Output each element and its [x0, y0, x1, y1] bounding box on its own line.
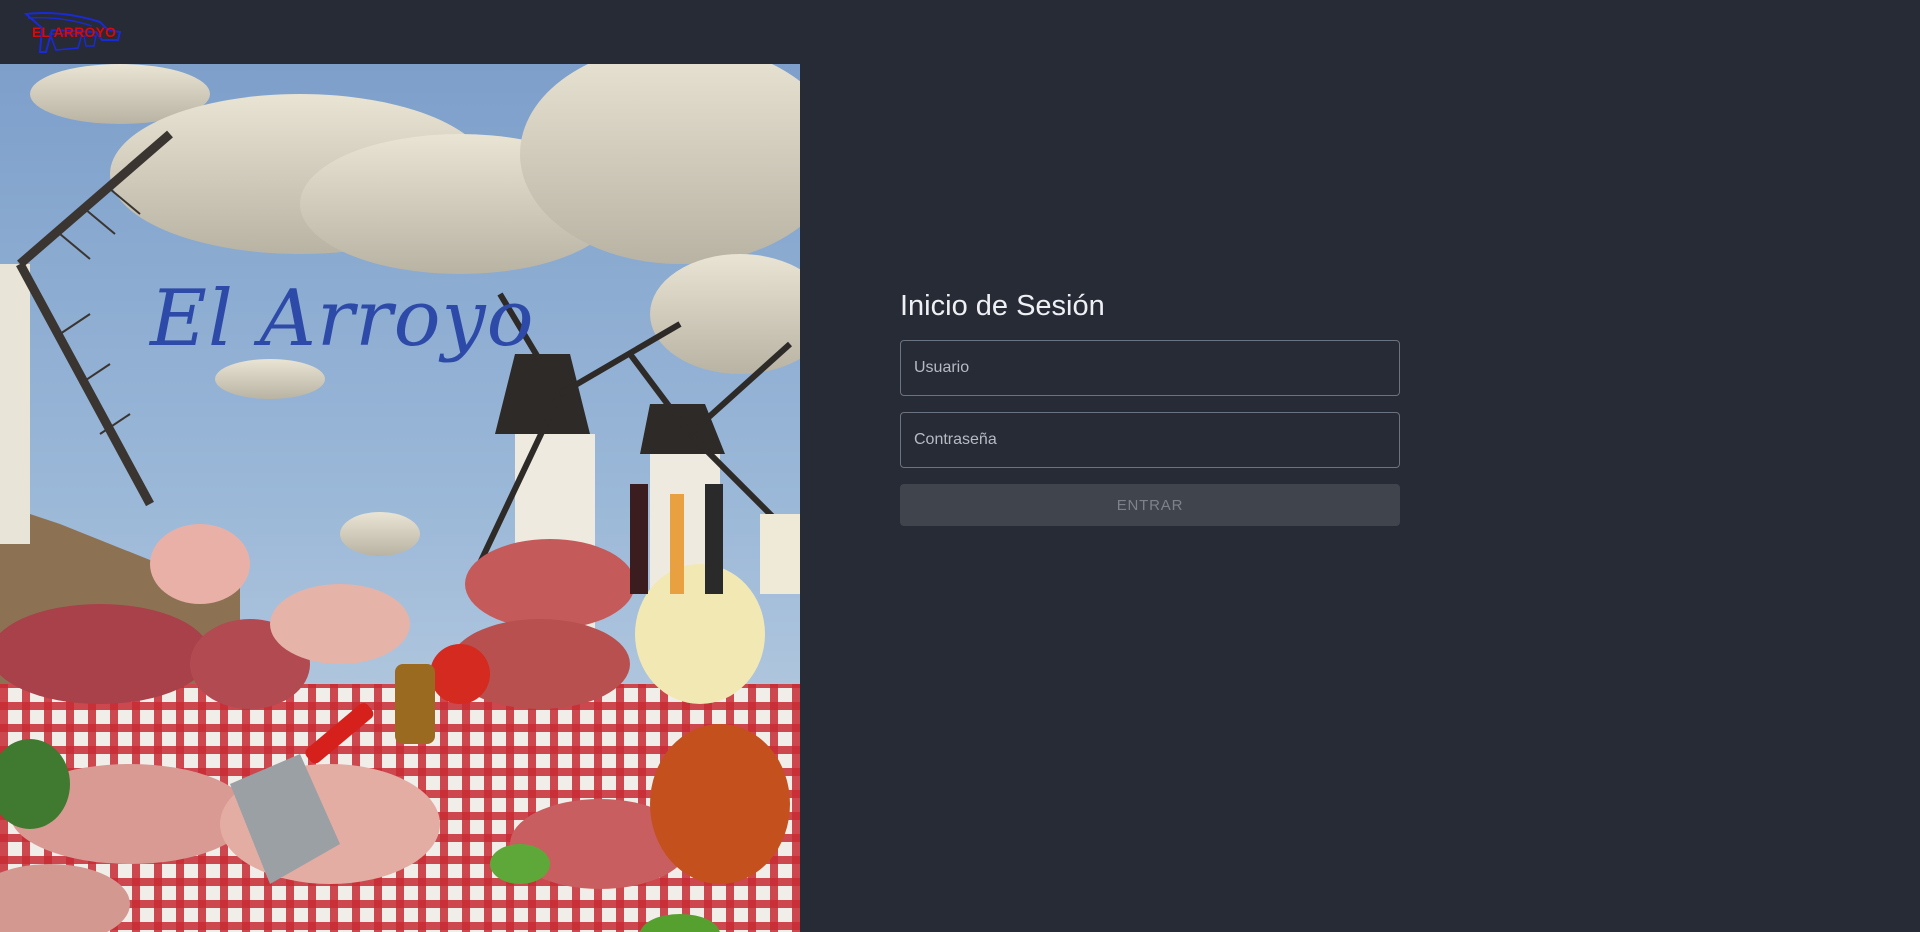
- username-field-container: [900, 340, 1400, 396]
- top-bar: EL ARROYO: [0, 0, 1920, 64]
- submit-button[interactable]: ENTRAR: [900, 484, 1400, 526]
- login-form: Inicio de Sesión ENTRAR: [900, 286, 1400, 526]
- password-field-container: [900, 412, 1400, 468]
- hero-title: El Arroyo: [150, 274, 535, 364]
- brand-logo[interactable]: EL ARROYO: [22, 8, 126, 58]
- logo-text: EL ARROYO: [32, 24, 117, 40]
- hero-image: El Arroyo: [0, 64, 800, 932]
- username-input[interactable]: [901, 341, 1399, 395]
- hero-illustration: [0, 64, 800, 932]
- login-title: Inicio de Sesión: [900, 290, 1105, 322]
- password-input[interactable]: [901, 413, 1399, 467]
